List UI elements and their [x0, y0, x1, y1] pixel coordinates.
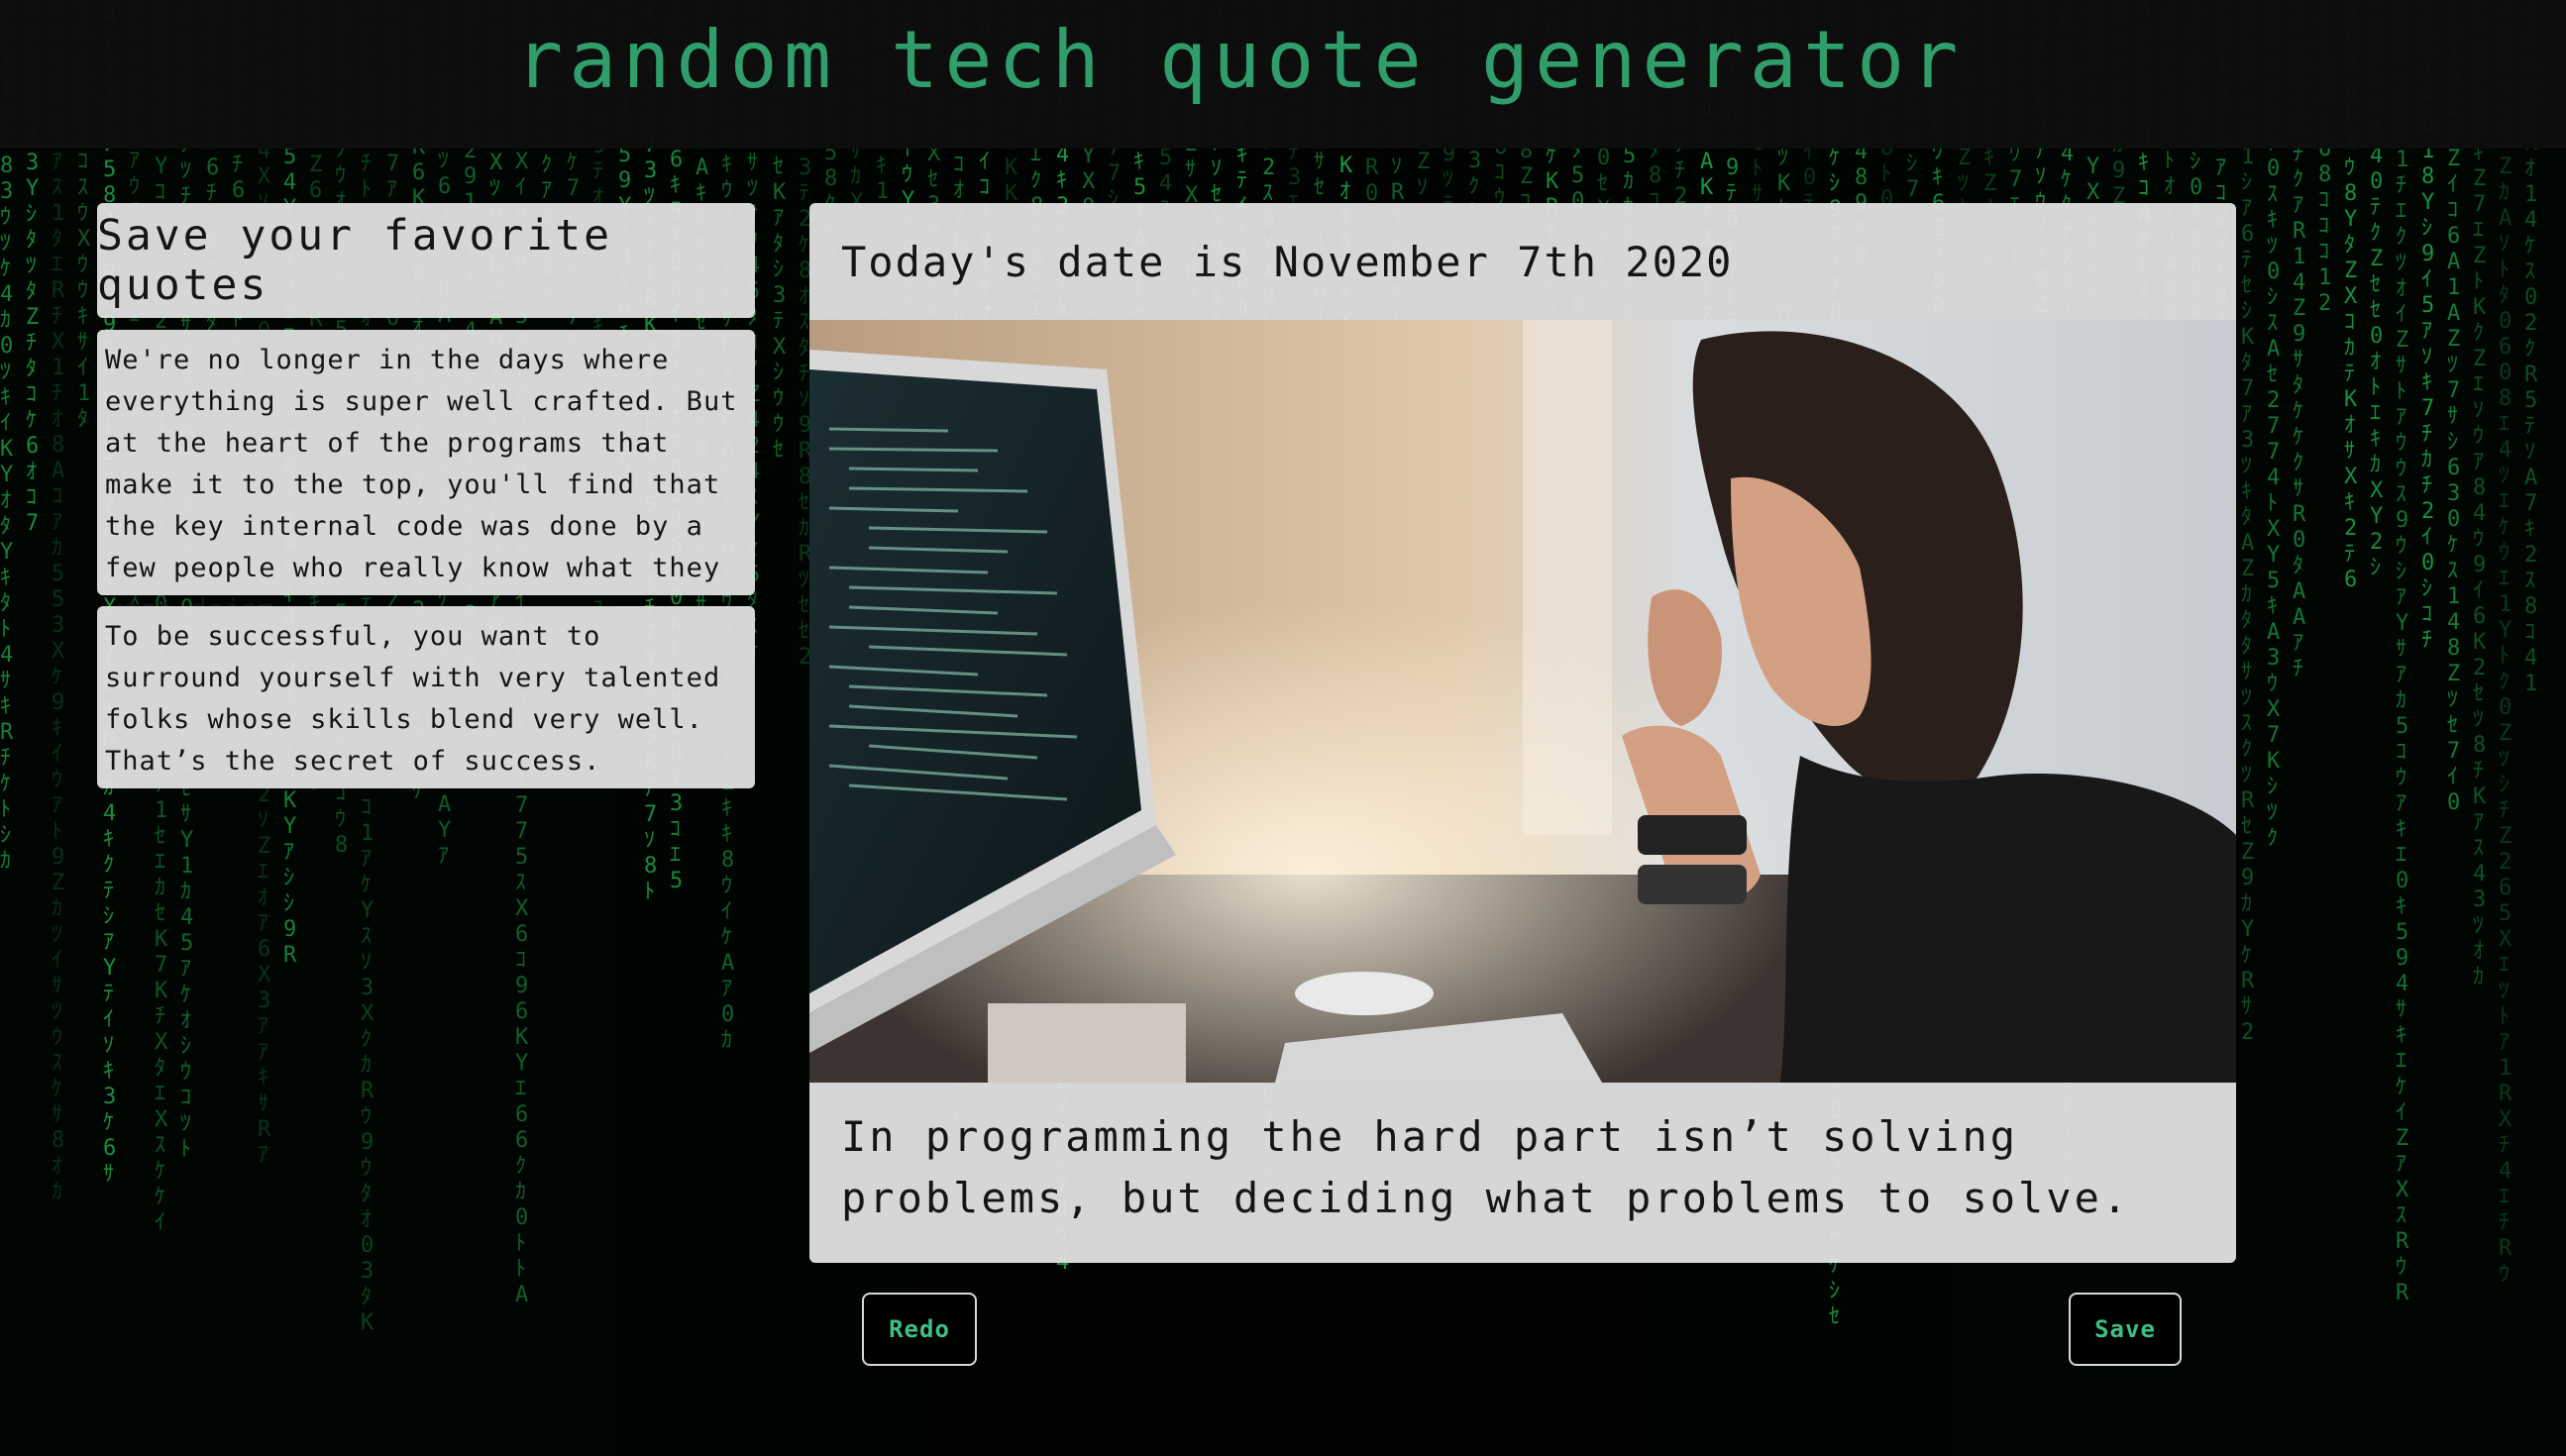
- matrix-rain-column: Z 6 3 ﾄ ｱ ｼ ｽ ｸ ｿ 4 6 ｺ Y ｱ ｽ 1 ﾀ ｴ R ﾁ …: [52, 0, 65, 1204]
- matrix-rain-column: ｵ ｷ ｽ ﾀ 0 7 ｲ ﾀ ﾀ ｾ ｵ 7 Z ｴ ｷ Z 7 ｴ Z ﾄ …: [2473, 0, 2487, 989]
- current-quote: In programming the hard part isn’t solvi…: [841, 1112, 2131, 1222]
- date-text: Today's date is November 7th 2020: [841, 237, 1734, 286]
- site-title: random tech quote generator: [515, 14, 1965, 106]
- date-bar: Today's date is November 7th 2020: [809, 203, 2236, 320]
- saved-quotes-heading: Save your favorite quotes: [97, 211, 612, 310]
- matrix-rain-column: ｼ 9 X 7 ｾ 9 1 ﾁ ｴ ｸ ﾂ ｵ ｲ Z ｻ ﾄ ｱ ｳ ｳ ｽ …: [2396, 0, 2409, 1305]
- save-button[interactable]: Save: [2069, 1293, 2182, 1366]
- woman-at-computer-photo: [809, 320, 2236, 1083]
- saved-quote-item: To be successful, you want to surround y…: [97, 606, 755, 788]
- top-bar: random tech quote generator: [0, 0, 2566, 149]
- quote-card: Today's date is November 7th 2020 In pro…: [809, 203, 2236, 1263]
- matrix-rain-column: ｷ A ｿ 0 ｲ R X ﾄ ｴ ﾃ Z ｶ A ｿ ﾄ ﾀ 0 6 0 8 …: [2499, 0, 2513, 1287]
- matrix-rain-column: ｵ ｳ Y ｳ 8 ﾁ R Y 1 ｼ ｱ 6 ﾃ ｾ ｼ K ﾀ 7 ｱ 3 …: [2241, 0, 2255, 1045]
- quote-area: In programming the hard part isn’t solvi…: [809, 1083, 2236, 1263]
- saved-quote-item: We're no longer in the days where everyt…: [97, 330, 755, 625]
- saved-quotes-header: Save your favorite quotes: [97, 203, 755, 318]
- redo-button[interactable]: Redo: [862, 1293, 977, 1366]
